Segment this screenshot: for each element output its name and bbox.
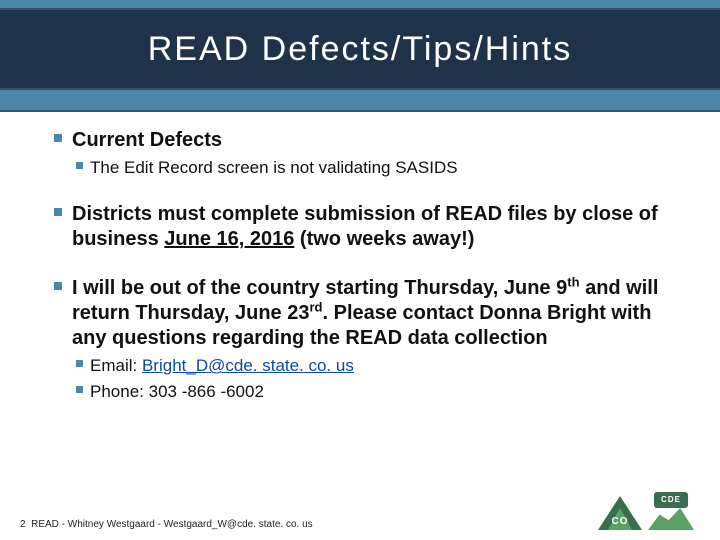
sub-bullet-sasids: The Edit Record screen is not validating… [54,157,674,178]
email-link[interactable]: Bright_D@cde. state. co. us [142,356,354,375]
slide: READ Defects/Tips/Hints Current Defects … [0,0,720,540]
phone-number: 303 -866 -6002 [149,382,264,401]
bullet-submission-deadline: Districts must complete submission of RE… [54,202,674,252]
co-text: CO [598,516,642,527]
ooc-part1: I will be out of the country starting Th… [72,277,567,299]
footer: 2 READ - Whitney Westgaard - Westgaard_W… [20,519,313,530]
deadline-date: June 16, 2016 [164,228,294,250]
cde-badge: CDE [654,492,688,508]
deadline-post: (two weeks away!) [294,228,474,250]
email-label: Email: [90,356,142,375]
cde-logo: CDE [648,492,694,530]
bullet-out-of-country: I will be out of the country starting Th… [54,276,674,351]
footer-text: READ - Whitney Westgaard - Westgaard_W@c… [31,519,313,530]
cde-mountains-icon [648,508,694,530]
page-number: 2 [20,519,26,530]
header-band: READ Defects/Tips/Hints [0,0,720,112]
slide-title: READ Defects/Tips/Hints [148,30,573,69]
header-inner: READ Defects/Tips/Hints [0,8,720,90]
bullet-current-defects: Current Defects [54,128,674,153]
phone-label: Phone: [90,382,149,401]
body-content: Current Defects The Edit Record screen i… [54,128,674,406]
ooc-sup1: th [567,275,579,290]
sub-bullet-phone: Phone: 303 -866 -6002 [54,381,674,402]
colorado-logo: CO [598,492,642,530]
sub-bullet-email: Email: Bright_D@cde. state. co. us [54,355,674,376]
ooc-sup2: rd [309,300,322,315]
